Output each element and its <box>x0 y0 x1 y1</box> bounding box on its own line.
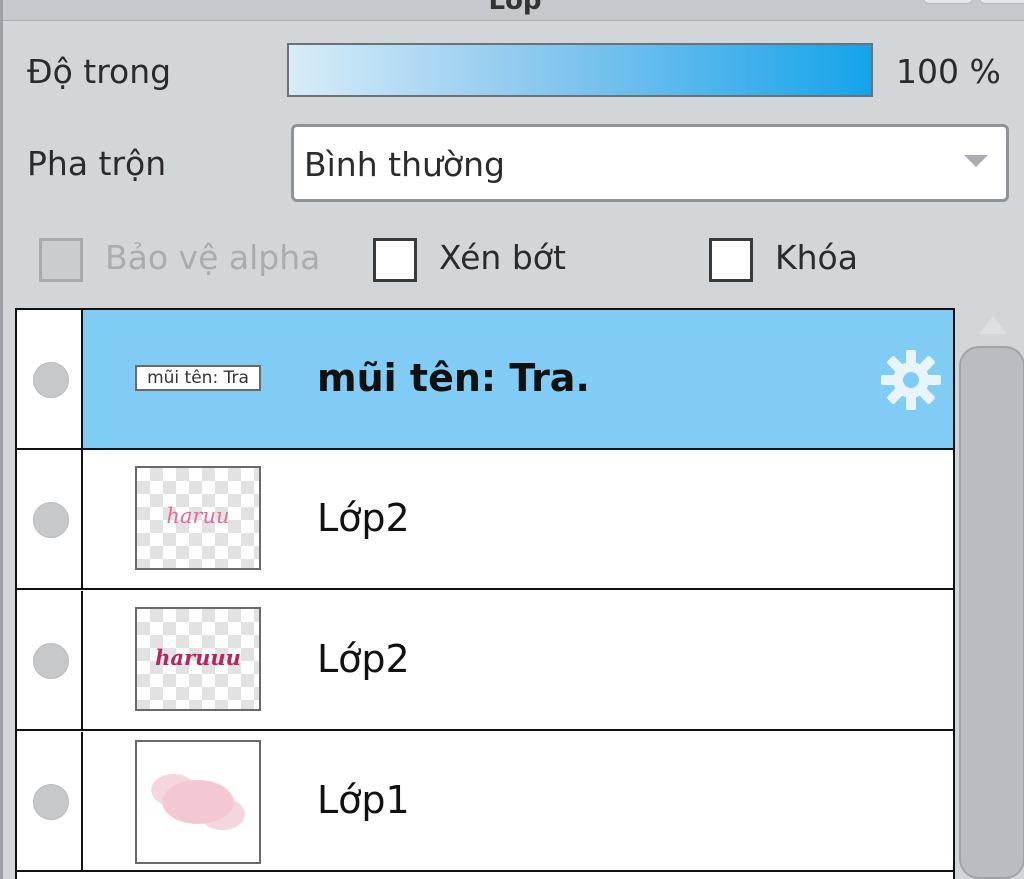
layer-list-scrollbar[interactable] <box>959 346 1024 879</box>
visibility-column <box>17 732 83 870</box>
visibility-dot-icon[interactable] <box>33 362 69 398</box>
opacity-slider[interactable] <box>287 43 873 97</box>
opacity-value: 100 % <box>896 52 1001 91</box>
protect-alpha-label: Bảo vệ alpha <box>105 238 321 277</box>
chevron-down-icon <box>964 155 988 167</box>
clipping-label: Xén bớt <box>439 238 566 277</box>
visibility-column <box>17 310 83 448</box>
visibility-column <box>17 591 83 729</box>
layer-name: Lớp2 <box>317 637 410 681</box>
layer-thumbnail: haruuu <box>135 607 261 711</box>
layer-name: Lớp2 <box>317 496 410 540</box>
thumbnail-text: haruuu <box>155 645 241 670</box>
layer-thumbnail: mũi tên: Tra <box>135 365 261 391</box>
titlebar-button[interactable] <box>979 0 1024 4</box>
thumbnail-text: mũi tên: Tra <box>147 368 249 388</box>
layer-thumbnail: haruu <box>135 466 261 570</box>
clipping-checkbox[interactable] <box>373 238 417 282</box>
layer-name: mũi tên: Tra. <box>317 356 590 400</box>
blend-mode-select[interactable]: Bình thường <box>291 124 1009 202</box>
scroll-up-arrow-icon[interactable] <box>979 316 1007 334</box>
layer-thumbnail <box>135 740 261 864</box>
gear-icon[interactable] <box>879 348 943 412</box>
panel-title: Lớp <box>488 0 542 16</box>
layers-panel: Lớp Độ trong 100 % Pha trộn Bình thường … <box>0 0 1024 879</box>
panel-titlebar: Lớp <box>3 0 1024 21</box>
blend-mode-value: Bình thường <box>304 145 505 184</box>
titlebar-button[interactable] <box>923 0 973 4</box>
visibility-dot-icon[interactable] <box>33 784 69 820</box>
lock-label: Khóa <box>775 238 858 277</box>
visibility-dot-icon[interactable] <box>33 502 69 538</box>
opacity-label: Độ trong <box>27 52 172 91</box>
visibility-column <box>17 450 83 588</box>
thumbnail-text: haruu <box>166 504 230 528</box>
layer-row[interactable]: Lớp1 <box>17 732 953 872</box>
layer-row[interactable]: haruuu Lớp2 <box>17 591 953 731</box>
lock-checkbox[interactable] <box>709 238 753 282</box>
layer-row[interactable]: mũi tên: Tra mũi tên: Tra. <box>17 310 953 450</box>
protect-alpha-checkbox[interactable] <box>39 238 83 282</box>
layer-name: Lớp1 <box>317 778 410 822</box>
visibility-dot-icon[interactable] <box>33 643 69 679</box>
layer-row[interactable]: haruu Lớp2 <box>17 450 953 590</box>
blend-mode-label: Pha trộn <box>27 144 167 183</box>
layer-list: mũi tên: Tra mũi tên: Tra. haruu Lớp2 ha… <box>15 308 955 879</box>
